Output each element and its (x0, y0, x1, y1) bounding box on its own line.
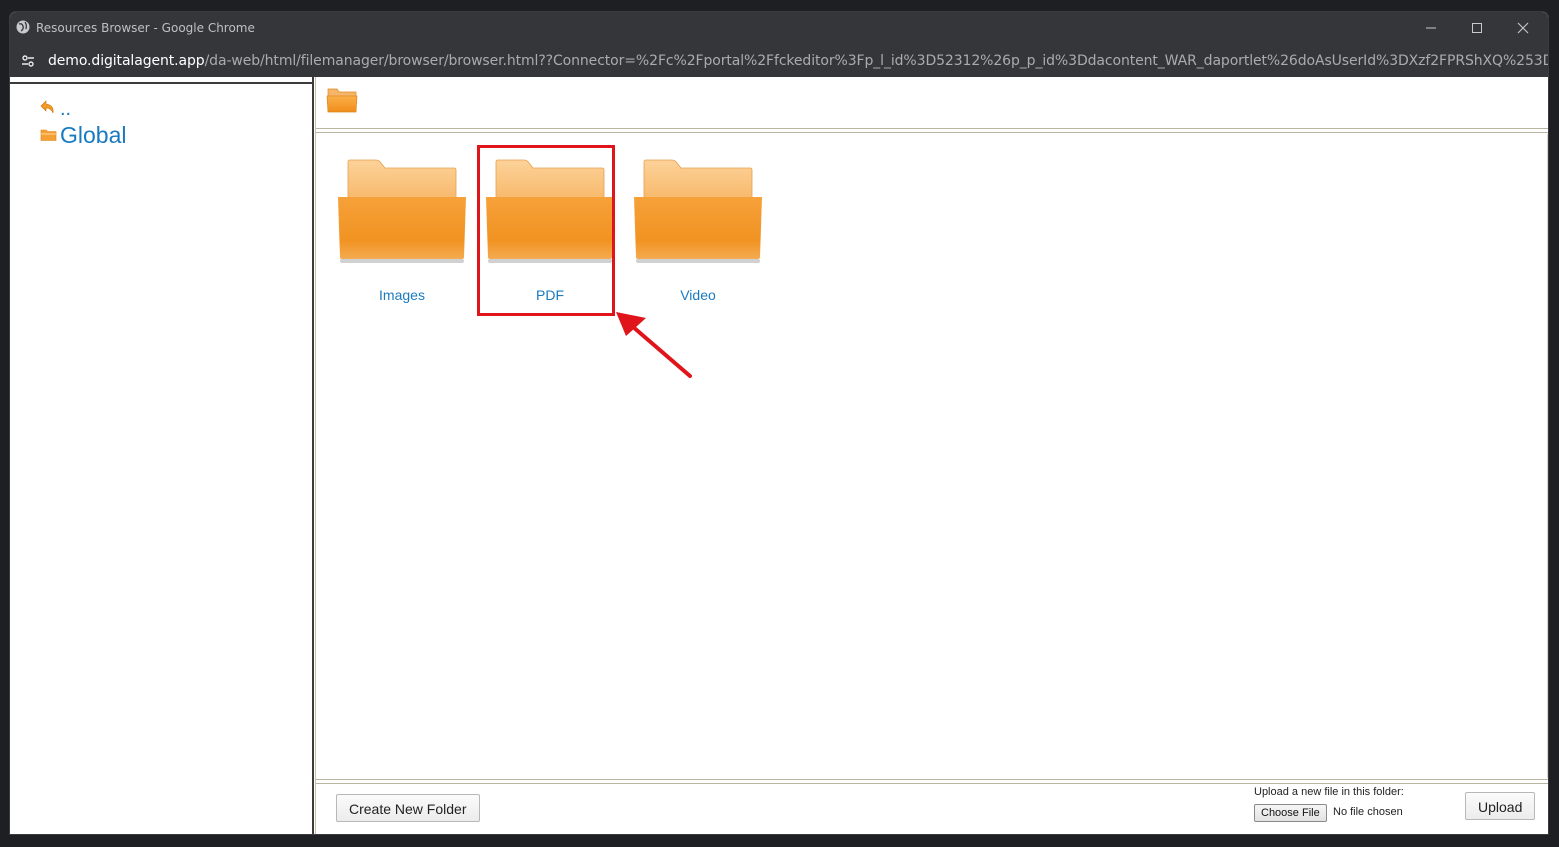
no-file-text: No file chosen (1333, 806, 1403, 818)
folder-grid: Images PDF Video (316, 134, 1548, 778)
folder-video[interactable]: Video (628, 159, 768, 303)
url-text[interactable]: demo.digitalagent.app/da-web/html/filema… (48, 53, 1548, 69)
window-title: Resources Browser - Google Chrome (36, 21, 255, 35)
choose-file-button[interactable]: Choose File (1254, 804, 1327, 822)
browser-window: Resources Browser - Google Chrome demo.d… (10, 12, 1548, 834)
folder-label: Images (379, 287, 425, 303)
title-bar: Resources Browser - Google Chrome (10, 12, 1548, 44)
url-path: /da-web/html/filemanager/browser/browser… (204, 53, 1548, 69)
tree-global-label: Global (60, 122, 127, 148)
upload-caption: Upload a new file in this folder: (1254, 786, 1404, 798)
current-path-bar (316, 77, 1548, 133)
highlight-box (477, 145, 615, 316)
globe-icon (16, 20, 30, 34)
back-arrow-icon (40, 100, 54, 114)
current-folder-icon (326, 88, 358, 113)
tree-item-global[interactable]: Global (40, 122, 126, 148)
minimize-button[interactable] (1408, 12, 1454, 44)
tree-up-label: .. (60, 98, 72, 120)
tree-item-up[interactable]: .. (40, 97, 72, 120)
file-panel: Images PDF Video Create New Folder Uploa… (315, 77, 1548, 834)
folder-label: Video (680, 287, 716, 303)
create-new-folder-button[interactable]: Create New Folder (336, 794, 480, 822)
site-settings-icon[interactable] (20, 53, 36, 69)
annotation-arrow-icon (616, 312, 692, 378)
page-content: .. Global Images PDF Video Create New Fo… (10, 77, 1548, 834)
close-button[interactable] (1500, 12, 1546, 44)
folder-icon (634, 159, 762, 263)
maximize-button[interactable] (1454, 12, 1500, 44)
url-host: demo.digitalagent.app (48, 53, 205, 69)
maximize-icon (1472, 23, 1482, 33)
footer-bar: Create New Folder Upload a new file in t… (316, 779, 1548, 834)
upload-button[interactable]: Upload (1465, 792, 1536, 820)
folder-tree: .. Global (10, 77, 314, 834)
address-bar[interactable]: demo.digitalagent.app/da-web/html/filema… (10, 44, 1548, 77)
tree-divider (10, 82, 312, 84)
minimize-icon (1426, 27, 1436, 29)
folder-images[interactable]: Images (332, 159, 472, 303)
folder-icon (40, 129, 57, 141)
close-icon (1517, 22, 1529, 34)
folder-icon (338, 159, 466, 263)
